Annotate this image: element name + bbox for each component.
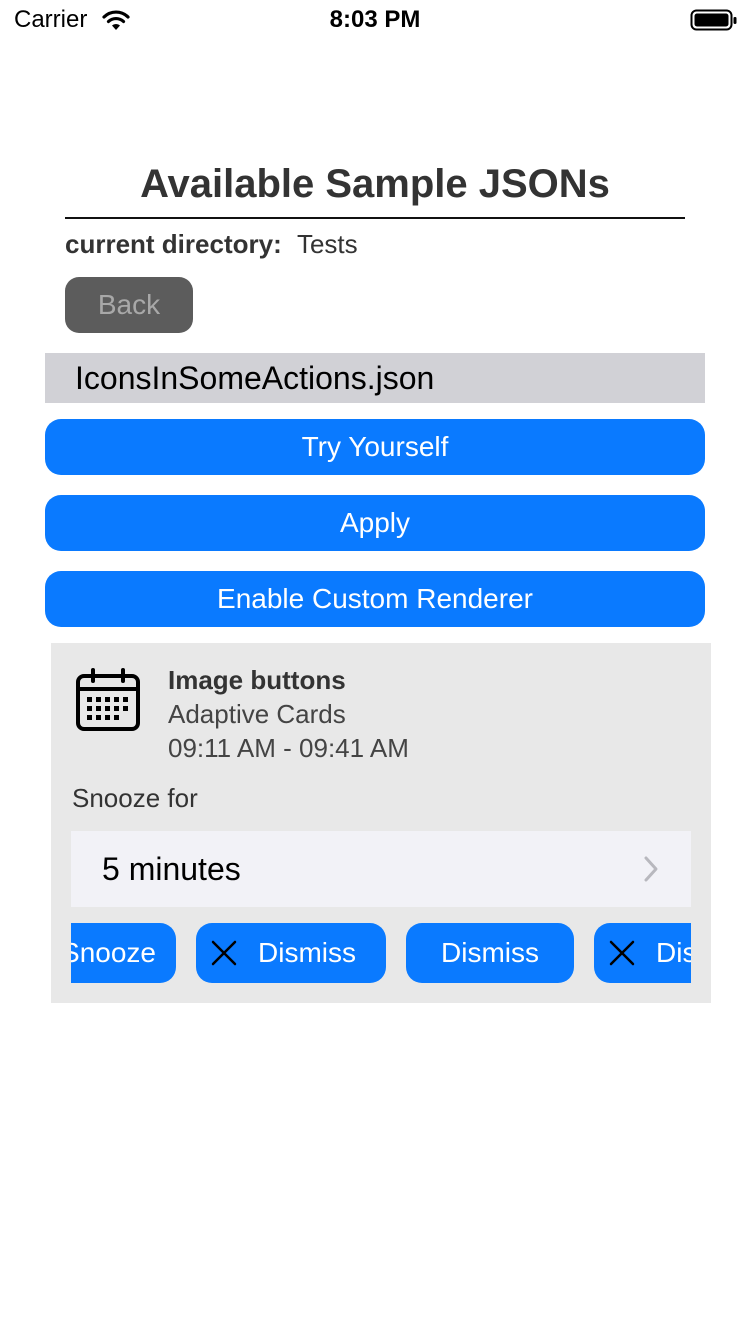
snooze-action-button[interactable]: Snooze <box>71 923 176 983</box>
clock: 8:03 PM <box>329 6 421 33</box>
card-time-range: 09:11 AM - 09:41 AM <box>168 733 409 763</box>
chevron-right-icon <box>644 856 658 882</box>
apply-button[interactable]: Apply <box>45 495 705 551</box>
action-label: Dismiss <box>441 937 539 968</box>
title-divider <box>65 217 685 219</box>
enable-custom-renderer-button[interactable]: Enable Custom Renderer <box>45 571 705 627</box>
dismiss-action-button[interactable]: Dismiss <box>406 923 574 983</box>
app-screen: Carrier 8:03 PM Available Sample JSONs c… <box>0 0 750 1334</box>
back-button[interactable]: Back <box>65 277 193 333</box>
card-subtitle: Adaptive Cards <box>168 699 346 729</box>
current-directory: current directory: Tests <box>65 229 358 260</box>
dismiss-with-icon-button[interactable]: Dismiss <box>196 923 386 983</box>
dismiss-with-icon-button[interactable]: Dismiss <box>594 923 691 983</box>
try-yourself-button[interactable]: Try Yourself <box>45 419 705 475</box>
status-bar: Carrier 8:03 PM <box>0 0 750 40</box>
calendar-icon <box>76 668 140 731</box>
close-icon <box>211 940 237 966</box>
action-label: Dismiss <box>656 937 691 968</box>
battery-icon <box>690 9 737 31</box>
action-button-row[interactable]: Snooze Dismiss Dismiss Dismiss <box>71 923 691 983</box>
directory-value: Tests <box>296 229 358 259</box>
snooze-duration-picker[interactable]: 5 minutes <box>71 831 691 907</box>
action-label: Snooze <box>71 937 156 968</box>
file-list-item[interactable]: IconsInSomeActions.json <box>45 353 705 403</box>
directory-label: current directory: <box>65 229 282 259</box>
picker-value: 5 minutes <box>102 850 241 887</box>
close-icon <box>609 940 635 966</box>
page-title: Available Sample JSONs <box>140 162 610 206</box>
action-label: Dismiss <box>258 937 356 968</box>
adaptive-card: Image buttons Adaptive Cards 09:11 AM - … <box>51 643 711 1003</box>
card-title: Image buttons <box>168 665 346 695</box>
snooze-label: Snooze for <box>72 783 198 813</box>
